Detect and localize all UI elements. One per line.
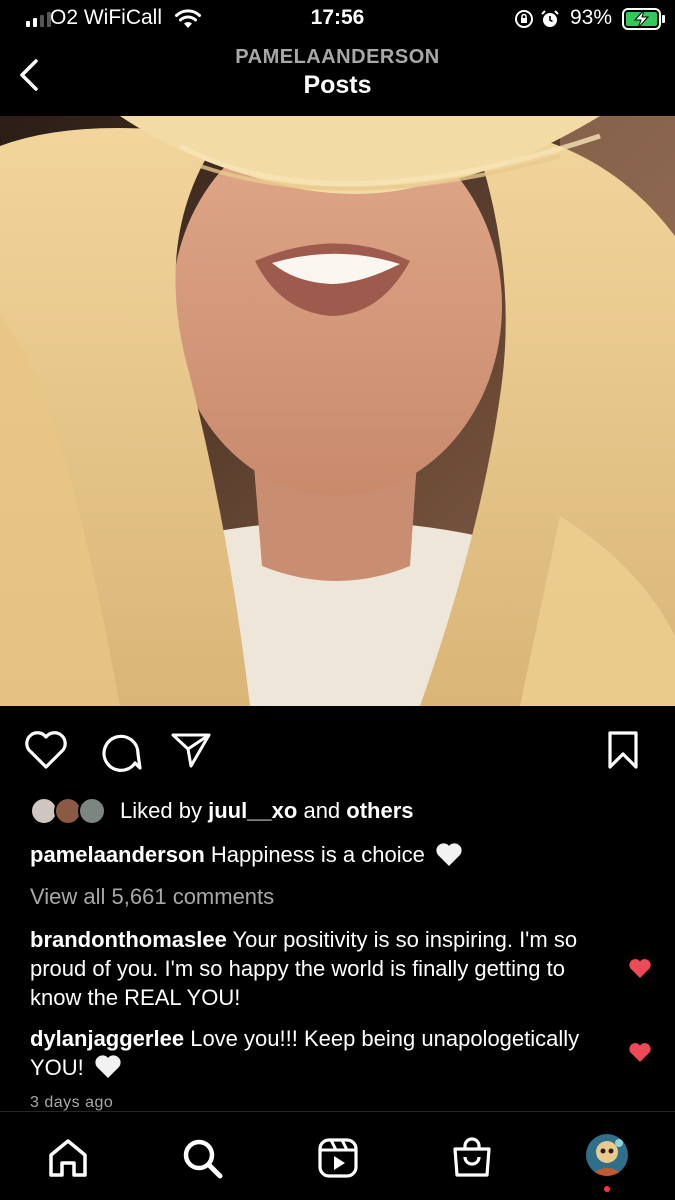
comment-like-heart-icon[interactable] (628, 958, 652, 980)
page-title: Posts (303, 71, 372, 99)
liked-by-others[interactable]: others (346, 798, 413, 823)
search-icon[interactable] (180, 1136, 224, 1180)
profile-avatar[interactable] (586, 1134, 628, 1176)
comment-icon[interactable] (100, 730, 142, 772)
bookmark-icon[interactable] (606, 730, 640, 770)
post-caption: pamelaanderson Happiness is a choice (30, 842, 640, 868)
view-all-comments-link[interactable]: View all 5,661 comments (30, 884, 274, 910)
comment: brandonthomaslee Your positivity is so i… (30, 925, 590, 1012)
comment: dylanjaggerlee Love you!!! Keep being un… (30, 1024, 590, 1082)
likes-text: Liked by juul__xo and others (120, 798, 414, 823)
post-image[interactable] (0, 116, 675, 706)
alarm-icon (541, 10, 559, 27)
bottom-tab-bar (0, 1111, 675, 1200)
comment-author[interactable]: brandonthomaslee (30, 927, 227, 952)
send-icon[interactable] (170, 730, 212, 770)
reels-icon[interactable] (316, 1136, 360, 1180)
status-bar: O2 WiFiCall 17:56 93% (0, 0, 675, 38)
caption-text: Happiness is a choice (210, 842, 425, 867)
post-timestamp: 3 days ago (30, 1094, 114, 1111)
heart-icon[interactable] (24, 730, 68, 770)
liked-by-username[interactable]: juul__xo (208, 798, 297, 823)
liker-avatars (30, 795, 110, 827)
shop-icon[interactable] (450, 1136, 494, 1180)
comment-author[interactable]: dylanjaggerlee (30, 1026, 184, 1051)
battery-charging-icon (622, 8, 665, 30)
white-heart-icon (95, 1055, 121, 1078)
post-actions (0, 706, 675, 796)
likes-summary[interactable]: Liked by juul__xo and others (30, 795, 414, 827)
battery-percentage: 93% (570, 6, 613, 29)
white-heart-icon (436, 843, 462, 866)
orientation-lock-icon (515, 10, 533, 28)
header: PAMELAANDERSON Posts (0, 38, 675, 116)
notification-dot (604, 1186, 610, 1192)
home-icon[interactable] (46, 1136, 90, 1180)
avatar (78, 797, 106, 825)
header-username: PAMELAANDERSON (235, 46, 440, 68)
comment-like-heart-icon[interactable] (628, 1042, 652, 1064)
caption-author[interactable]: pamelaanderson (30, 842, 205, 868)
